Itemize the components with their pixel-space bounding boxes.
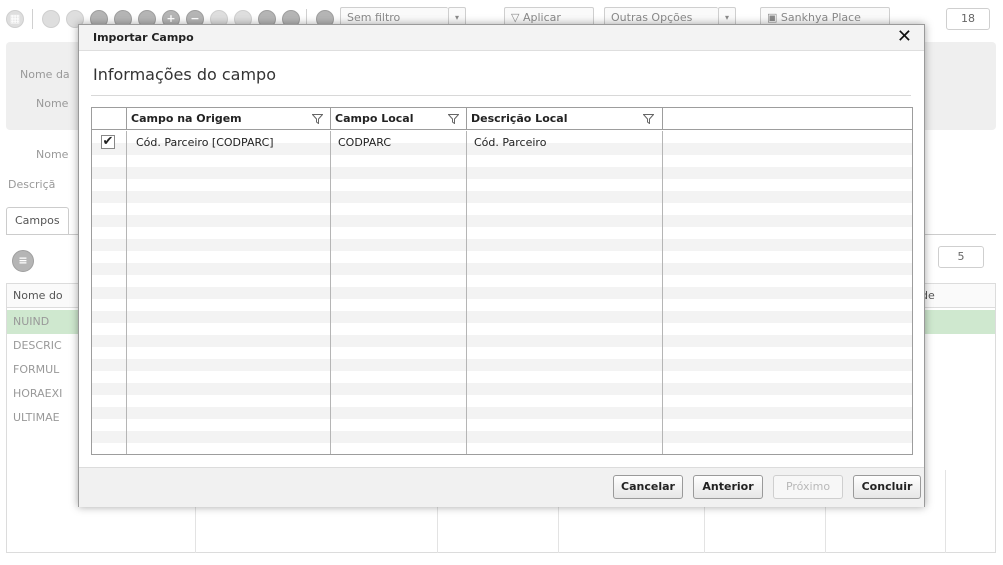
section-divider — [91, 95, 911, 96]
next-button[interactable]: Próximo — [773, 475, 843, 499]
dialog-footer: Cancelar Anterior Próximo Concluir — [79, 467, 924, 507]
column-divider — [466, 131, 467, 454]
cell-origin: Cód. Parceiro [CODPARC] — [136, 136, 274, 149]
apply-label: Aplicar — [522, 11, 561, 24]
toolbar-separator — [32, 9, 33, 29]
background-grid-header-name: Nome do — [13, 289, 63, 302]
background-column-divider — [945, 470, 946, 553]
sankhya-place-label: Sankhya Place — [780, 11, 861, 24]
select-column-header — [92, 108, 127, 130]
section-title: Informações do campo — [93, 65, 276, 84]
close-icon[interactable]: ✕ — [897, 27, 912, 47]
tab-campos[interactable]: Campos — [6, 207, 69, 235]
column-divider — [330, 131, 331, 454]
row-stripe — [92, 431, 912, 443]
background-row[interactable]: DESCRIC — [13, 339, 62, 352]
row-stripe — [92, 191, 912, 203]
filter-icon[interactable] — [643, 114, 654, 124]
column-header-label: Descrição Local — [471, 112, 568, 125]
column-divider — [126, 131, 127, 454]
grid-body: ✔ Cód. Parceiro [CODPARC] CODPARC Cód. P… — [92, 131, 912, 454]
column-header-origin[interactable]: Campo na Origem — [127, 108, 331, 130]
row-stripe — [92, 167, 912, 179]
import-field-dialog: Importar Campo ✕ Informações do campo Ca… — [78, 24, 925, 507]
field-label-descricao: Descriçã — [8, 178, 56, 191]
column-divider — [662, 131, 663, 454]
field-label-nome-da: Nome da — [20, 68, 70, 81]
filter-icon[interactable] — [312, 114, 323, 124]
column-header-label: Campo Local — [335, 112, 414, 125]
field-mapping-grid: Campo na Origem Campo Local Descrição Lo… — [91, 107, 913, 455]
filter-icon[interactable] — [448, 114, 459, 124]
field-label-nome: Nome — [36, 97, 69, 110]
cancel-button[interactable]: Cancelar — [613, 475, 683, 499]
field-label-nome-2: Nome — [36, 148, 69, 161]
background-row[interactable]: FORMUL — [13, 363, 59, 376]
first-record-icon[interactable] — [42, 10, 60, 28]
row-stripe — [92, 239, 912, 251]
row-stripe — [92, 287, 912, 299]
grid-header: Campo na Origem Campo Local Descrição Lo… — [92, 108, 912, 130]
column-header-description[interactable]: Descrição Local — [467, 108, 663, 130]
grid-options-icon[interactable]: ≡ — [12, 250, 34, 272]
column-header-label: Campo na Origem — [131, 112, 242, 125]
background-row[interactable]: HORAEXI — [13, 387, 62, 400]
row-stripe — [92, 407, 912, 419]
background-row[interactable]: NUIND — [13, 315, 49, 328]
column-header-local[interactable]: Campo Local — [331, 108, 467, 130]
row-stripe — [92, 359, 912, 371]
previous-button[interactable]: Anterior — [693, 475, 763, 499]
funnel-icon: ▽ — [511, 11, 520, 24]
row-stripe — [92, 383, 912, 395]
row-checkbox[interactable]: ✔ — [101, 135, 115, 149]
row-stripe — [92, 311, 912, 323]
cell-local: CODPARC — [338, 136, 392, 149]
dialog-title: Importar Campo — [93, 31, 194, 44]
record-counter: 18 — [946, 8, 990, 30]
monitor-icon: ▣ — [767, 11, 778, 24]
background-row[interactable]: ULTIMAE — [13, 411, 60, 424]
table-row[interactable]: ✔ Cód. Parceiro [CODPARC] CODPARC Cód. P… — [92, 131, 912, 153]
dialog-titlebar: Importar Campo ✕ — [79, 25, 924, 51]
grid-menu-icon[interactable]: ▦ — [6, 10, 24, 28]
grid-record-counter: 5 — [938, 246, 984, 268]
row-stripe — [92, 263, 912, 275]
row-stripe — [92, 215, 912, 227]
row-stripe — [92, 335, 912, 347]
cell-description: Cód. Parceiro — [474, 136, 547, 149]
finish-button[interactable]: Concluir — [853, 475, 921, 499]
